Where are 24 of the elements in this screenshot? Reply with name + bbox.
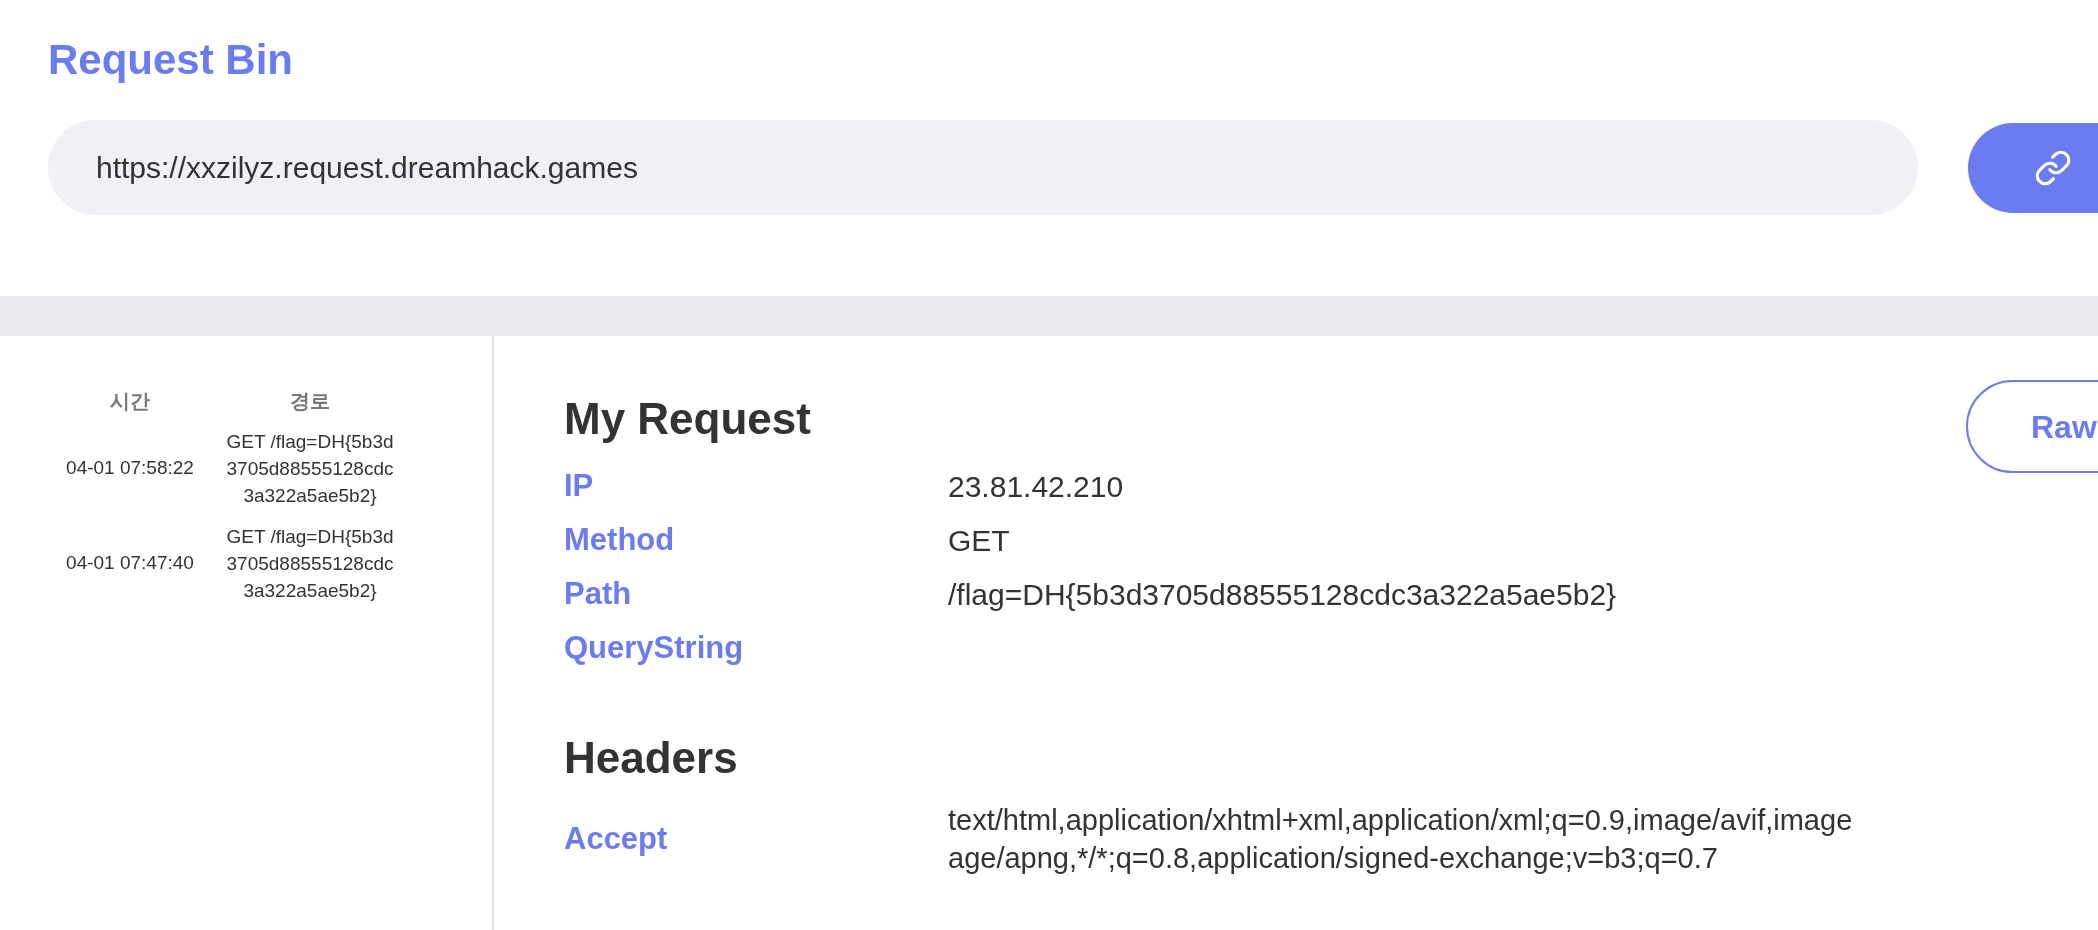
field-value: GET xyxy=(948,522,1010,559)
section-title: My Request xyxy=(564,393,812,445)
section-title: Headers xyxy=(564,732,739,784)
time-cell-text: 04-01 07:58:22 xyxy=(65,456,195,481)
field-value: /flag=DH{5b3d3705d88555128cdc3a322a5ae5b2} xyxy=(948,576,1617,613)
field-label: Method xyxy=(564,520,676,559)
path-cell-text: GET /flag=DH{5b3d3705d88555128cdc3a322a5ae5b2} xyxy=(225,430,395,508)
raw-button[interactable]: Raw xyxy=(1966,380,2098,473)
field-label: IP xyxy=(564,466,595,505)
field-label: Accept xyxy=(564,819,669,858)
column-header: 시간 xyxy=(109,389,151,414)
column-header: 경로 xyxy=(289,389,331,414)
path-cell-text: GET /flag=DH{5b3d3705d88555128cdc3a322a5ae5b2} xyxy=(225,525,395,603)
app-title: Request Bin xyxy=(48,35,295,85)
field-value: text/html,application/xhtml+xml,application/xml;q=0.9,image/avif,image xyxy=(948,803,1853,838)
field-value: 23.81.42.210 xyxy=(948,468,1124,505)
time-cell-text: 04-01 07:47:40 xyxy=(65,551,195,576)
request-row[interactable]: 04-01 07:47:40 GET /flag=DH{5b3d3705d88555128cdc3a322a5ae5b2} xyxy=(0,523,492,604)
url-field[interactable]: https://xxzilyz.request.dreamhack.games xyxy=(48,120,1918,215)
link-icon xyxy=(2034,148,2072,187)
request-row[interactable]: 04-01 07:58:22 GET /flag=DH{5b3d3705d88555128cdc3a322a5ae5b2} xyxy=(0,428,492,509)
field-label: QueryString xyxy=(564,628,745,667)
field-label: Path xyxy=(564,574,633,613)
field-value: age/apng,*/*;q=0.8,application/signed-exchange;v=b3;q=0.7 xyxy=(948,841,1719,876)
